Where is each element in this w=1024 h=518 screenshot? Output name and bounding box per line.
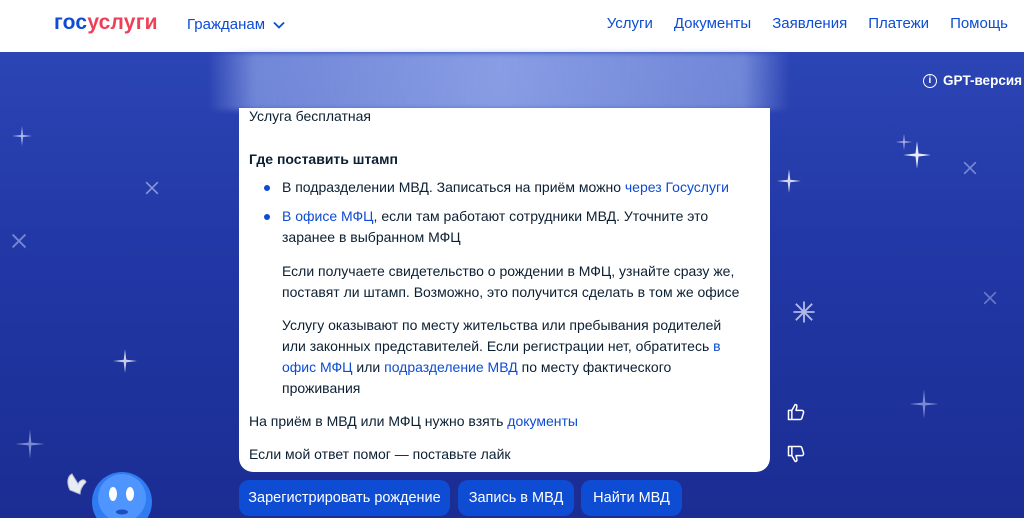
mfc-office-link-2b[interactable]: офис МФЦ xyxy=(282,359,353,375)
gpt-version-label: GPT-версия xyxy=(942,73,1022,88)
citizens-dropdown[interactable]: Гражданам xyxy=(187,16,285,33)
citizens-label: Гражданам xyxy=(187,16,266,33)
mvd-appointment-button[interactable]: Запись в МВД xyxy=(458,480,574,516)
register-birth-button[interactable]: Зарегистрировать рождение xyxy=(239,480,450,516)
logo-part-gos: гос xyxy=(54,11,88,34)
residence-note-or: или xyxy=(352,359,385,375)
free-service-text: Услуга бесплатная xyxy=(249,108,371,124)
mfc-office-link-2[interactable]: в xyxy=(713,338,720,354)
blurred-region xyxy=(208,52,790,110)
bullet-mfc: В офисе МФЦ, если там работают сотрудник… xyxy=(282,206,758,227)
nav-applications[interactable]: Заявления xyxy=(772,15,847,32)
gpt-version-badge[interactable]: i GPT-версия xyxy=(922,73,1022,88)
bullet-mvd-text: В подразделении МВД. Записаться на приём… xyxy=(282,179,625,195)
find-mvd-button[interactable]: Найти МВД xyxy=(581,480,682,516)
residence-note-text: или законных представителей. Если регист… xyxy=(282,338,714,354)
gosuslugi-link[interactable]: через Госуслуги xyxy=(625,179,729,195)
mfc-birth-note-line2: поставят ли штамп. Возможно, это получит… xyxy=(282,284,740,300)
bullet-mvd: В подразделении МВД. Записаться на приём… xyxy=(282,177,758,198)
nav-documents[interactable]: Документы xyxy=(674,15,751,32)
bullet-mfc-line2: заранее в выбранном МФЦ xyxy=(282,229,461,245)
documents-link[interactable]: документы xyxy=(507,413,578,429)
like-prompt: Если мой ответ помог — поставьте лайк xyxy=(249,446,511,462)
thumbs-up-icon[interactable] xyxy=(786,402,806,422)
sparkle-icon xyxy=(11,233,27,249)
gosuslugi-logo[interactable]: госуслуги xyxy=(54,11,158,35)
nav-services[interactable]: Услуги xyxy=(607,15,653,32)
thumbs-down-icon[interactable] xyxy=(786,444,806,464)
documents-note: На приём в МВД или МФЦ нужно взять докум… xyxy=(249,411,578,432)
residence-note-line1: Услугу оказывают по месту жительства или… xyxy=(282,317,722,333)
main-nav: Услуги Документы Заявления Платежи Помощ… xyxy=(607,15,1008,32)
where-heading: Где поставить штамп xyxy=(249,151,398,167)
mfc-birth-note-line1: Если получаете свидетельство о рождении … xyxy=(282,263,735,279)
documents-note-text: На приём в МВД или МФЦ нужно взять xyxy=(249,413,508,429)
chevron-down-icon xyxy=(273,21,285,29)
bullet-mfc-text: , если там работают сотрудники МВД. Уточ… xyxy=(373,208,709,224)
mvd-unit-link[interactable]: подразделение МВД xyxy=(384,359,518,375)
bullet-dot xyxy=(264,214,270,220)
star-icon xyxy=(15,429,45,459)
star-icon xyxy=(113,349,137,373)
sparkle-icon xyxy=(145,181,159,195)
info-icon: i xyxy=(922,73,937,88)
sparkle-icon xyxy=(983,291,997,305)
logo-part-uslugi: услуги xyxy=(87,11,158,34)
robot-mascot-icon xyxy=(67,472,152,518)
nav-payments[interactable]: Платежи xyxy=(868,15,929,32)
star-icon xyxy=(909,389,939,419)
residence-note-end: по месту фактического xyxy=(517,359,672,375)
star-icon xyxy=(12,126,32,146)
star-icon xyxy=(777,169,801,193)
sparkle-icon xyxy=(963,161,977,175)
residence-note-line3: офис МФЦ или подразделение МВД по месту … xyxy=(282,357,758,378)
top-header: госуслуги Гражданам Услуги Документы Зая… xyxy=(0,0,1024,52)
residence-note-line4: проживания xyxy=(282,380,361,396)
star-icon xyxy=(903,141,931,169)
answer-card: Услуга бесплатная Где поставить штамп В … xyxy=(239,108,770,472)
residence-note-line2: или законных представителей. Если регист… xyxy=(282,336,758,357)
mfc-office-link[interactable]: В офисе МФЦ xyxy=(282,208,374,224)
nav-help[interactable]: Помощь xyxy=(950,15,1008,32)
sparkle-icon xyxy=(793,301,815,323)
bullet-dot xyxy=(264,185,270,191)
